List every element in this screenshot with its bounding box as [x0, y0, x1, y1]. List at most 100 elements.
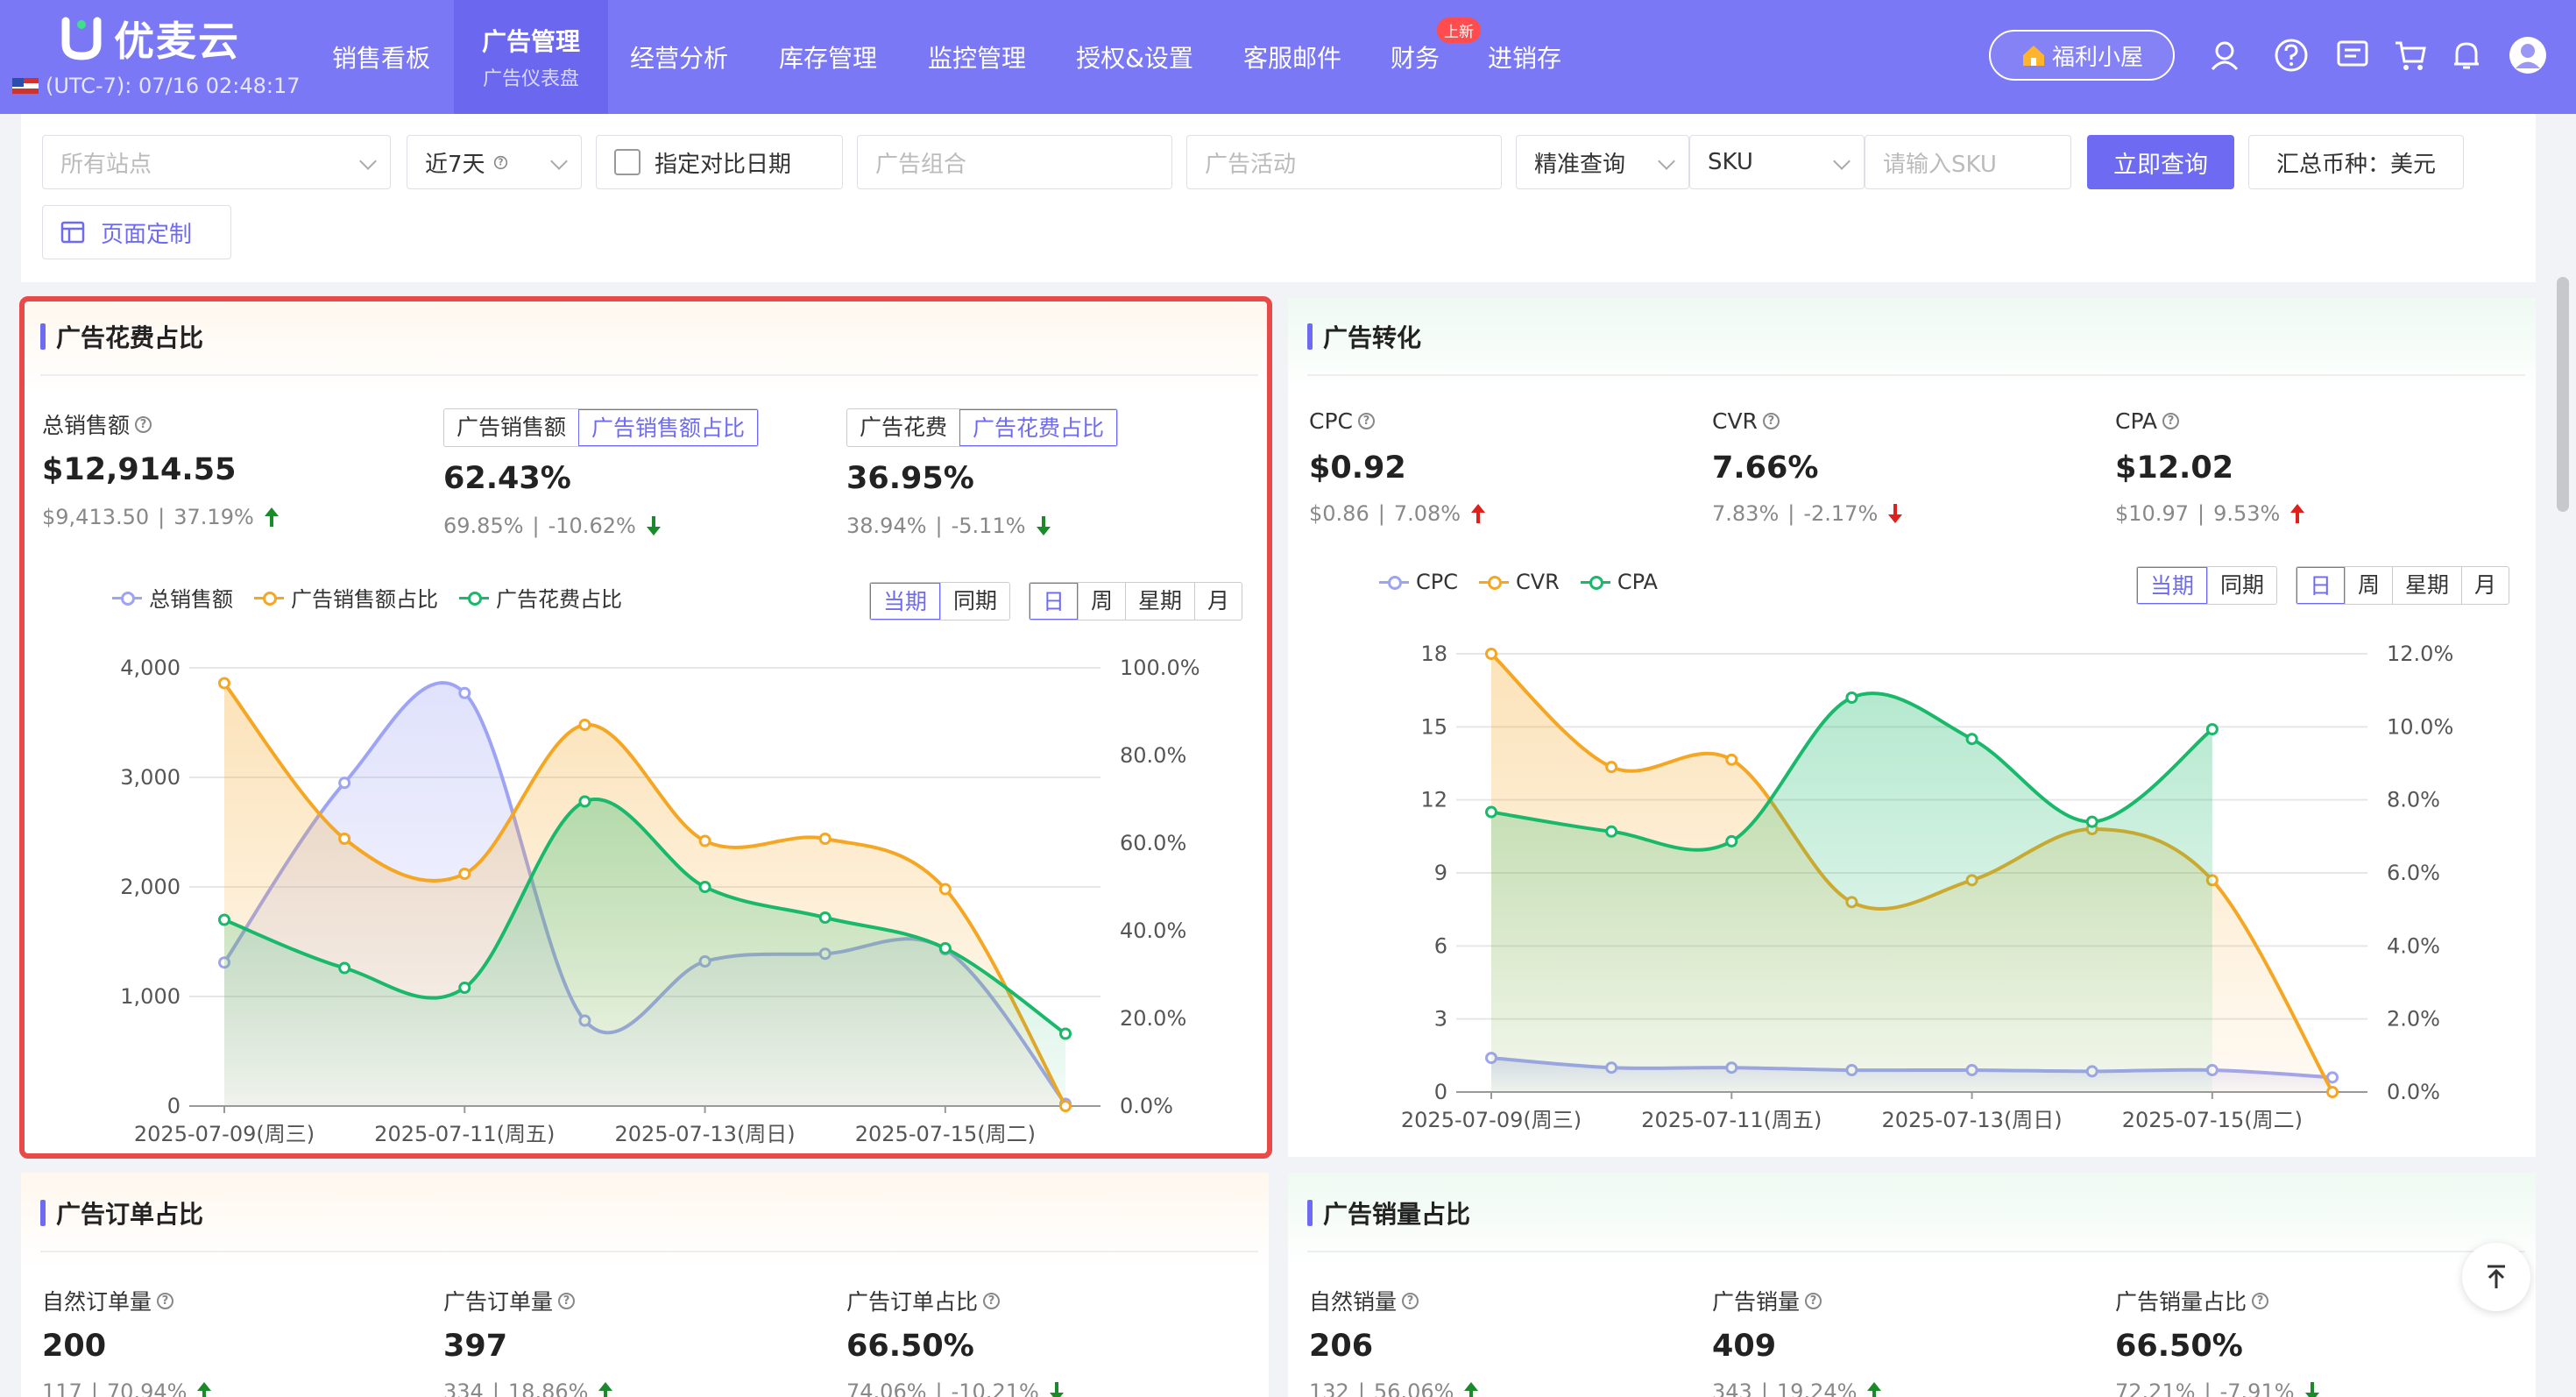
scrollbar-thumb[interactable]	[2557, 277, 2569, 512]
ad-order-ratio-value: 66.50%	[846, 1329, 974, 1364]
card-title-text: 广告花费占比	[56, 323, 204, 352]
ad-spend-toggle[interactable]: 广告花费 广告花费占比	[846, 408, 1119, 447]
currency-select[interactable]: 汇总币种：美元	[2248, 135, 2464, 189]
help-circle-icon[interactable]: ?	[2162, 413, 2180, 429]
nav-label: 广告管理	[481, 27, 580, 56]
card-title-text: 广告订单占比	[56, 1200, 204, 1229]
ad-group-placeholder: 广告组合	[875, 151, 967, 178]
ad-order-ratio-compare: 74.06% | -10.21%	[846, 1379, 1065, 1397]
nav-finance[interactable]: 财务	[1376, 0, 1454, 114]
compare-date-checkbox[interactable]: 指定对比日期	[596, 135, 843, 189]
chart2-legend: CPC CVR CPA	[1379, 570, 1658, 594]
data-point	[218, 913, 230, 926]
nav-label: 监控管理	[927, 44, 1026, 73]
granularity-tabs[interactable]: 日周星期月	[1029, 582, 1243, 620]
nav-business-analysis[interactable]: 经营分析	[613, 0, 745, 114]
welfare-button[interactable]: 福利小屋	[1989, 30, 2175, 81]
legend-item[interactable]: CPC	[1379, 570, 1458, 594]
data-point	[1485, 648, 1497, 660]
query-field-select[interactable]: SKU	[1689, 135, 1865, 189]
ad-orders-compare: 334 | 18.86%	[443, 1379, 614, 1397]
nav-monitoring[interactable]: 监控管理	[911, 0, 1043, 114]
granularity-tabs[interactable]: 日周星期月	[2296, 566, 2510, 605]
period-tabs[interactable]: 当期 同期	[2136, 566, 2278, 605]
legend-marker	[1580, 576, 1610, 590]
help-circle-icon[interactable]: ?	[983, 1292, 1001, 1309]
date-range-select[interactable]: 近7天?	[407, 135, 582, 189]
user-service-icon[interactable]	[2204, 35, 2245, 75]
legend-item[interactable]: 广告花费占比	[459, 582, 622, 613]
period-tabs[interactable]: 当期 同期	[869, 582, 1011, 620]
arrow-up-icon	[264, 507, 279, 527]
help-circle-icon[interactable]: ?	[1358, 413, 1375, 429]
ad-activity-input[interactable]: 广告活动	[1186, 135, 1502, 189]
ad-group-input[interactable]: 广告组合	[857, 135, 1172, 189]
help-circle-icon[interactable]: ?	[1762, 413, 1780, 429]
help-circle-icon[interactable]: ?	[1402, 1292, 1419, 1309]
legend-marker	[112, 591, 142, 606]
tab-week[interactable]: 周	[1078, 583, 1125, 620]
checkbox-box[interactable]	[614, 149, 640, 175]
chevron-down-icon	[1658, 152, 1675, 170]
tab-same-period[interactable]: 同期	[940, 583, 1009, 620]
y-left-tick-label: 4,000	[120, 656, 180, 680]
nav-sales-board[interactable]: 销售看板	[315, 0, 447, 114]
help-circle-icon[interactable]: ?	[1805, 1292, 1822, 1309]
help-circle-icon[interactable]: ?	[2252, 1292, 2269, 1309]
tab-ad-sales-ratio[interactable]: 广告销售额占比	[578, 409, 759, 446]
cart-icon[interactable]	[2390, 35, 2431, 75]
app-logo[interactable]: 优麦云	[61, 12, 240, 65]
help-circle-icon[interactable]: ?	[135, 415, 152, 433]
help-circle-icon[interactable]: ?	[558, 1292, 576, 1309]
ad-sales-toggle[interactable]: 广告销售额 广告销售额占比	[443, 408, 760, 447]
sku-input[interactable]: 请输入SKU	[1865, 135, 2071, 189]
query-mode-value: 精准查询	[1534, 151, 1626, 178]
change-value: -5.11%	[951, 514, 1026, 538]
metric-label: 总销售额	[42, 413, 131, 438]
tab-month[interactable]: 月	[1194, 583, 1242, 620]
help-icon[interactable]	[2271, 35, 2311, 75]
nav-auth-settings[interactable]: 授权&设置	[1060, 0, 1209, 114]
page-customize-button[interactable]: 页面定制	[42, 205, 231, 259]
tab-current-period[interactable]: 当期	[2137, 567, 2208, 604]
tab-week[interactable]: 周	[2345, 567, 2392, 604]
nav-ad-management[interactable]: 广告管理 广告仪表盘	[454, 0, 608, 114]
nav-label: 授权&设置	[1076, 44, 1193, 73]
tab-day[interactable]: 日	[2296, 567, 2346, 604]
submit-query-button[interactable]: 立即查询	[2087, 135, 2234, 189]
tab-ad-spend[interactable]: 广告花费	[847, 409, 959, 446]
tab-ad-spend-ratio[interactable]: 广告花费占比	[959, 409, 1118, 446]
tab-day[interactable]: 日	[1030, 583, 1079, 620]
data-point	[458, 868, 471, 880]
legend-item[interactable]: CPA	[1580, 570, 1658, 594]
legend-item[interactable]: 总销售额	[112, 582, 233, 613]
legend-item[interactable]: 广告销售额占比	[254, 582, 438, 613]
change-value: -2.17%	[1803, 501, 1879, 526]
nav-label: 客服邮件	[1242, 44, 1341, 73]
tab-weekday[interactable]: 星期	[2392, 567, 2461, 604]
notification-bell-icon[interactable]	[2446, 35, 2487, 75]
card-title-text: 广告转化	[1323, 323, 1422, 352]
data-point	[458, 686, 471, 699]
legend-marker	[459, 591, 489, 606]
tab-current-period[interactable]: 当期	[870, 583, 941, 620]
y-right-tick-label: 12.0%	[2387, 642, 2453, 666]
user-avatar-icon[interactable]	[2508, 35, 2548, 75]
nav-inventory[interactable]: 库存管理	[762, 0, 894, 114]
tab-month[interactable]: 月	[2461, 567, 2509, 604]
divider	[40, 374, 1258, 376]
date-range-value: 近7天	[425, 151, 485, 178]
back-to-top-button[interactable]	[2462, 1243, 2530, 1311]
message-icon[interactable]	[2332, 35, 2373, 75]
site-select[interactable]: 所有站点	[42, 135, 391, 189]
tab-same-period[interactable]: 同期	[2207, 567, 2276, 604]
query-mode-select[interactable]: 精准查询	[1516, 135, 1689, 189]
nav-customer-email[interactable]: 客服邮件	[1227, 0, 1358, 114]
compare-value: $0.86	[1309, 501, 1369, 526]
nav-purchase-sales-stock[interactable]: 进销存	[1472, 0, 1577, 114]
customize-label: 页面定制	[101, 221, 193, 248]
tab-ad-sales[interactable]: 广告销售额	[444, 409, 578, 446]
help-circle-icon[interactable]: ?	[157, 1292, 174, 1309]
tab-weekday[interactable]: 星期	[1125, 583, 1194, 620]
legend-item[interactable]: CVR	[1479, 570, 1560, 594]
